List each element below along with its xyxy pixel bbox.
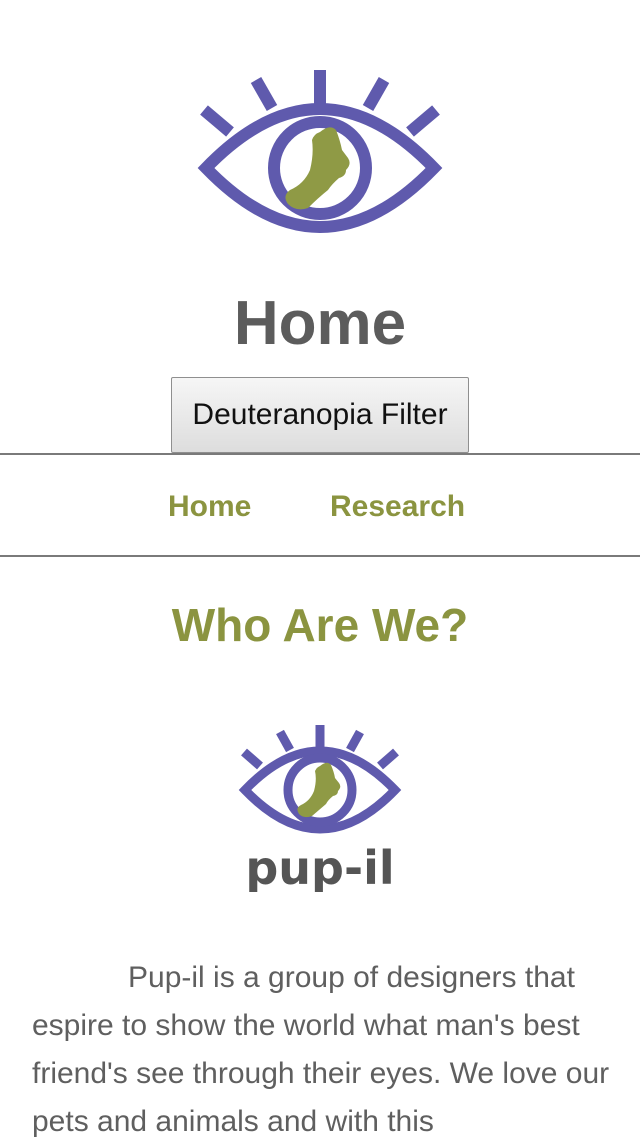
pupil-eye-logo-icon: pup-il — [238, 725, 402, 892]
pupil-eye-icon — [197, 70, 443, 233]
nav-link-research[interactable]: Research — [330, 489, 465, 525]
nav-link-home[interactable]: Home — [168, 489, 251, 525]
deuteranopia-filter-button[interactable]: Deuteranopia Filter — [171, 377, 469, 453]
page-title: Home — [233, 289, 407, 358]
brand-name: pup-il — [245, 841, 394, 892]
nav-bar: Home Research — [0, 453, 640, 557]
intro-paragraph: Pup-il is a group of designers that espi… — [32, 961, 610, 1138]
section-heading: Who Are We? — [171, 599, 469, 651]
